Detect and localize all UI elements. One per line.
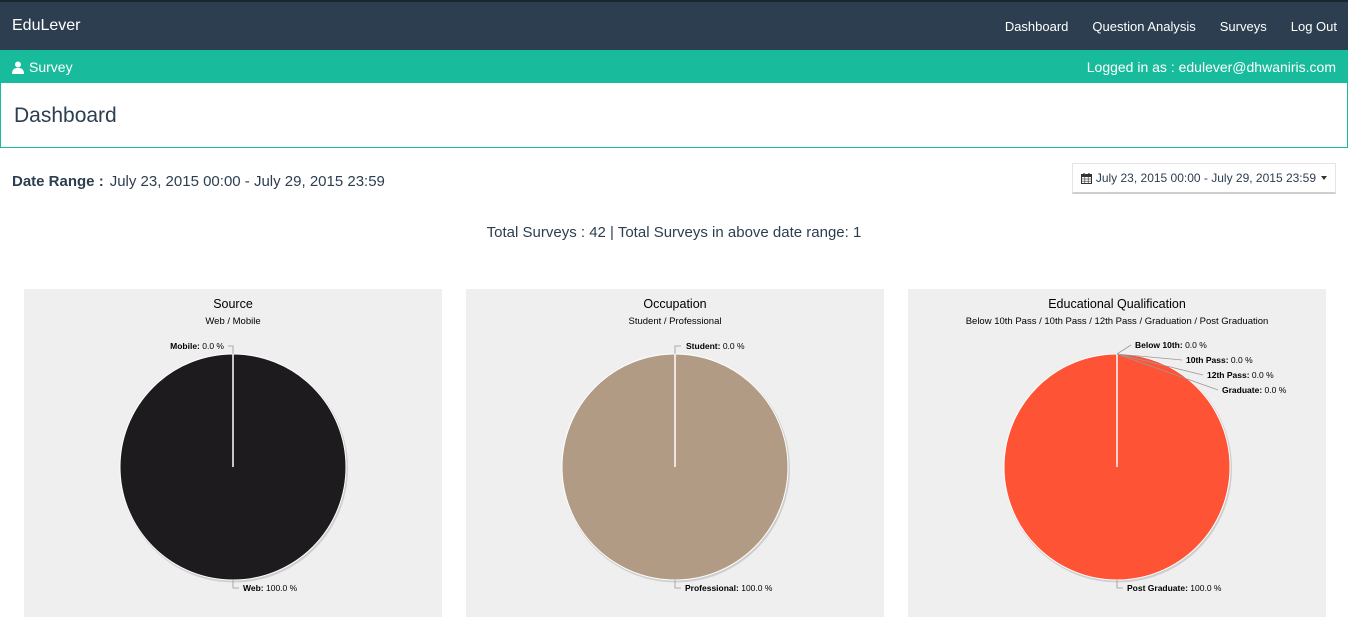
survey-section: Survey	[12, 59, 73, 75]
date-range-label: Date Range :	[12, 173, 104, 190]
date-range-value: July 23, 2015 00:00 - July 29, 2015 23:5…	[109, 173, 385, 190]
top-navbar: EduLever Dashboard Question Analysis Sur…	[0, 0, 1348, 50]
occupation-chart-card: Occupation Student / Professional Student:…	[466, 289, 884, 617]
date-range-display: Date Range : July 23, 2015 00:00 - July 2…	[12, 173, 385, 190]
educational-qualification-label-text: Post Graduate: 100.0 %	[1127, 583, 1222, 593]
page-title: Dashboard	[14, 104, 117, 127]
nav-question-analysis-link[interactable]: Question Analysis	[1092, 19, 1195, 34]
nav-surveys-link[interactable]: Surveys	[1220, 19, 1267, 34]
occupation-label-professional: Professional: 100.0 %	[674, 580, 773, 593]
nav-logout-link[interactable]: Log Out	[1291, 19, 1337, 34]
chevron-down-icon	[1321, 176, 1327, 180]
educational-qualification-label-post-graduate: Post Graduate: 100.0 %	[1116, 580, 1222, 593]
calendar-icon	[1080, 172, 1092, 184]
education-pie-chart: Educational Qualification Below 10th Pass…	[966, 297, 1287, 593]
logged-in-text: Logged in as : edulever@dhwaniris.com	[1086, 59, 1336, 75]
source-label-text: Mobile: 0.0 %	[170, 341, 224, 351]
survey-totals: Total Surveys : 42 | Total Surveys in ab…	[486, 224, 862, 241]
survey-subbar: Survey Logged in as : edulever@dhwaniris…	[0, 50, 1348, 83]
nav-dashboard-link[interactable]: Dashboard	[1005, 19, 1069, 34]
occupation-pie-chart: Occupation Student / Professional Student:…	[561, 297, 790, 593]
occupation-label-line	[674, 345, 681, 354]
brand-logo[interactable]: EduLever	[12, 17, 81, 35]
source-pie-chart: Source Web / Mobile Mobile: 0.0 % Web: 100.…	[119, 297, 348, 593]
source-label-line	[228, 345, 234, 354]
user-icon	[12, 61, 24, 74]
survey-section-label: Survey	[29, 59, 73, 75]
educational-qualification-label-below-10th: Below 10th: 0.0 %	[1116, 340, 1207, 355]
source-chart-title: Source	[213, 297, 253, 311]
date-range-picker[interactable]: July 23, 2015 00:00 - July 29, 2015 23:5…	[1071, 163, 1336, 194]
educational-qualification-label-text: Graduate: 0.0 %	[1222, 385, 1287, 395]
educational-qualification-label-text: 10th Pass: 0.0 %	[1186, 355, 1253, 365]
source-chart-subtitle: Web / Mobile	[205, 316, 260, 327]
page-title-panel: Dashboard	[0, 83, 1348, 148]
educational-qualification-chart-subtitle: Below 10th Pass / 10th Pass / 12th Pass …	[966, 316, 1269, 327]
occupation-label-student: Student: 0.0 %	[674, 341, 745, 354]
source-label-mobile: Mobile: 0.0 %	[170, 341, 234, 354]
occupation-label-text: Professional: 100.0 %	[685, 583, 773, 593]
educational-qualification-chart-title: Educational Qualification	[1048, 297, 1186, 311]
educational-qualification-label-text: 12th Pass: 0.0 %	[1207, 370, 1274, 380]
educational-qualification-label-text: Below 10th: 0.0 %	[1135, 340, 1207, 350]
date-picker-value: July 23, 2015 00:00 - July 29, 2015 23:5…	[1095, 171, 1316, 185]
educational-qualification-label-line	[1116, 344, 1132, 355]
occupation-chart-title: Occupation	[643, 297, 706, 311]
nav-links: Dashboard Question Analysis Surveys Log …	[981, 19, 1337, 34]
occupation-label-text: Student: 0.0 %	[686, 341, 745, 351]
education-chart-card: Educational Qualification Below 10th Pass…	[908, 289, 1326, 617]
occupation-chart-subtitle: Student / Professional	[629, 316, 722, 327]
source-chart-card: Source Web / Mobile Mobile: 0.0 % Web: 100.…	[24, 289, 442, 617]
source-label-text: Web: 100.0 %	[243, 583, 298, 593]
